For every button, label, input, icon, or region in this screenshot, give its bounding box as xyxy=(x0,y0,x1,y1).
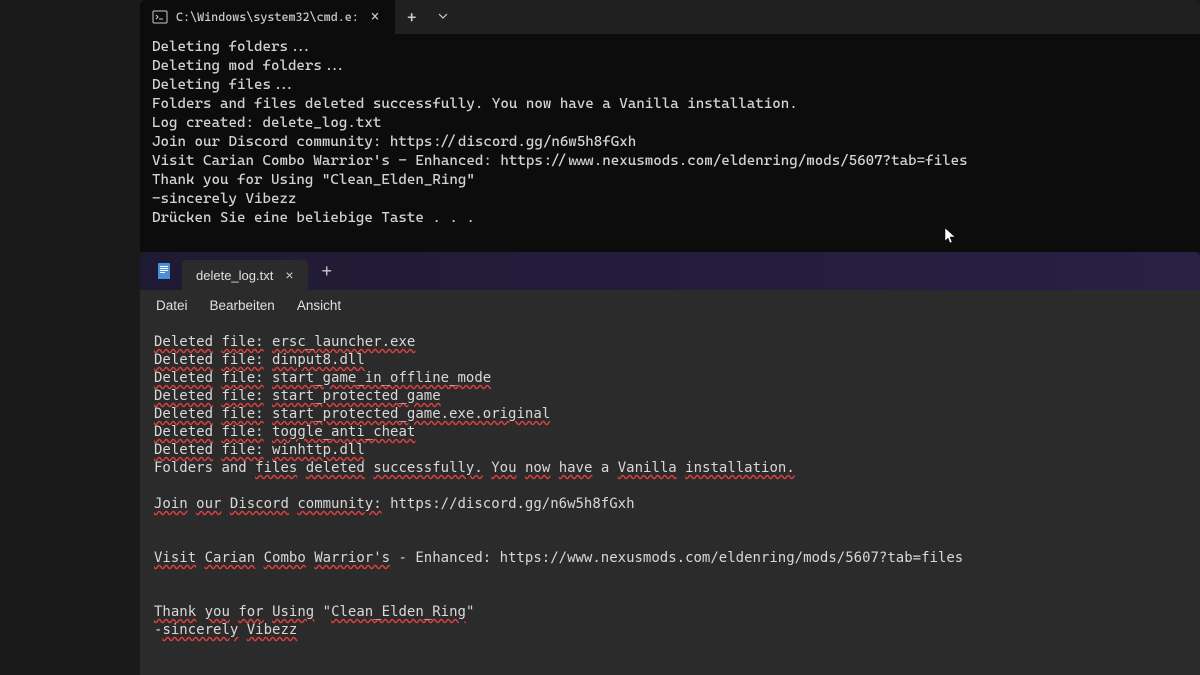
notepad-app-icon xyxy=(154,261,174,281)
notepad-menu: Datei Bearbeiten Ansicht xyxy=(140,290,1200,321)
notepad-tab[interactable]: delete_log.txt × xyxy=(182,260,308,290)
notepad-tab-close[interactable]: × xyxy=(285,267,293,283)
terminal-tab[interactable]: C:\Windows\system32\cmd.e: × xyxy=(140,0,395,34)
cmd-icon xyxy=(152,9,168,25)
terminal-window: C:\Windows\system32\cmd.e: × + Deleting … xyxy=(140,0,1200,252)
terminal-tab-title: C:\Windows\system32\cmd.e: xyxy=(176,10,359,24)
notepad-content[interactable]: Deleted file: ersc_launcher.exeDeleted f… xyxy=(140,321,1200,651)
notepad-menu-edit[interactable]: Bearbeiten xyxy=(210,298,275,313)
notepad-tab-title: delete_log.txt xyxy=(196,268,273,283)
notepad-menu-view[interactable]: Ansicht xyxy=(297,298,341,313)
terminal-tabbar: C:\Windows\system32\cmd.e: × + xyxy=(140,0,1200,34)
terminal-new-tab[interactable]: + xyxy=(395,8,428,27)
terminal-tab-close[interactable]: × xyxy=(367,9,383,25)
terminal-tab-dropdown[interactable] xyxy=(428,10,458,24)
terminal-output[interactable]: Deleting folders... Deleting mod folders… xyxy=(140,34,1200,232)
notepad-new-tab[interactable]: + xyxy=(308,261,347,282)
notepad-window: delete_log.txt × + Datei Bearbeiten Ansi… xyxy=(140,252,1200,675)
notepad-titlebar: delete_log.txt × + xyxy=(140,252,1200,290)
notepad-menu-file[interactable]: Datei xyxy=(156,298,188,313)
